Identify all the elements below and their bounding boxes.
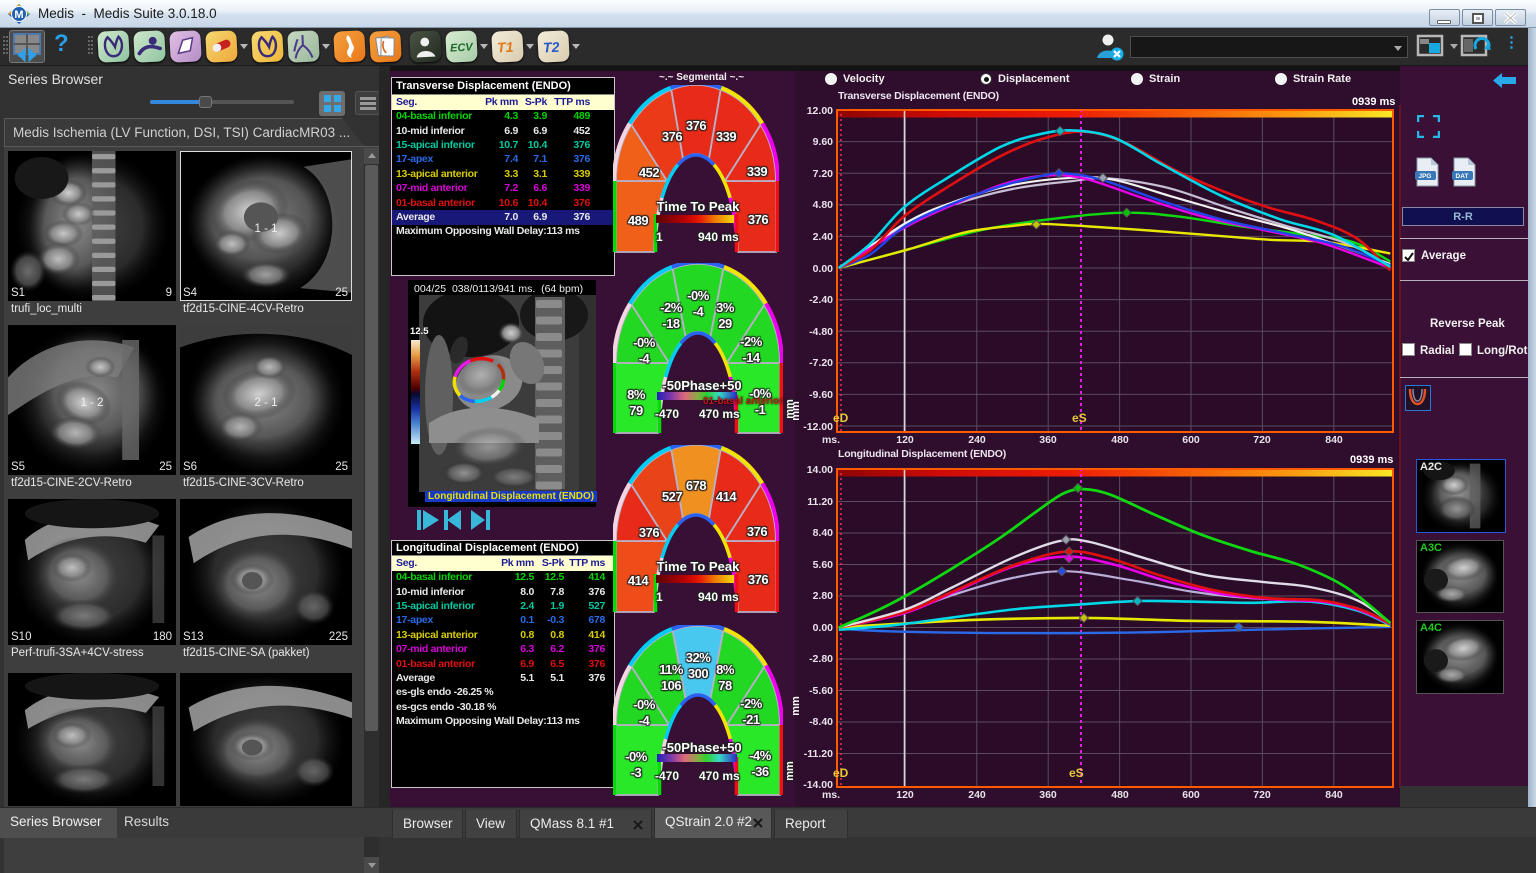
svg-text:M: M <box>14 9 23 21</box>
svg-text:T2: T2 <box>543 39 560 56</box>
svg-text:JPG: JPG <box>1418 173 1431 180</box>
svg-text:DAT: DAT <box>1456 173 1469 180</box>
svg-text:T1: T1 <box>497 39 514 56</box>
svg-text:ECV: ECV <box>450 41 475 54</box>
